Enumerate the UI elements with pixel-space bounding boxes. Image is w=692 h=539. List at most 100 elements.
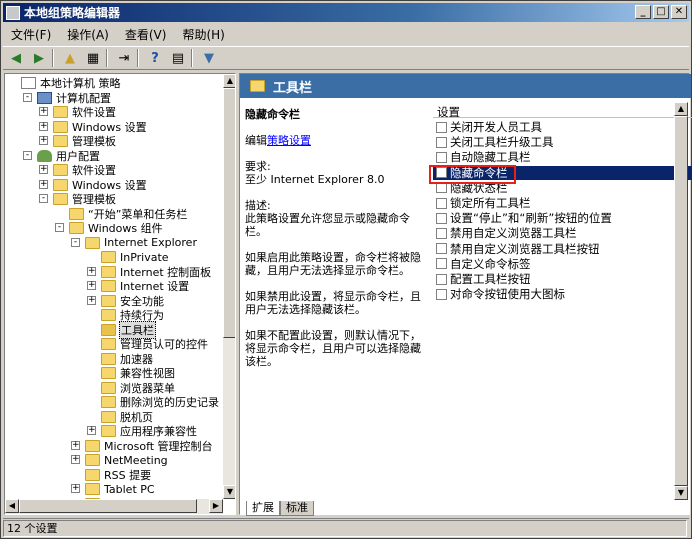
column-header-settings[interactable]: 设置	[433, 104, 692, 119]
tree-node[interactable]: 工具栏	[101, 320, 156, 339]
up-folder-icon[interactable]: ▲	[60, 48, 80, 68]
tree-node-label: NetMeeting	[104, 453, 168, 467]
title-bar[interactable]: 本地组策略编辑器 _ □ ✕	[3, 3, 689, 22]
setting-label: 关闭工具栏升级工具	[450, 135, 554, 150]
folder-icon	[101, 425, 116, 437]
expand-icon[interactable]: +	[71, 455, 80, 464]
tree-node[interactable]: + Windows 设置	[39, 178, 148, 192]
expand-icon[interactable]: +	[87, 295, 96, 305]
expand-icon[interactable]: +	[39, 107, 48, 116]
tree-node[interactable]: 兼容性视图	[101, 366, 176, 380]
collapse-icon[interactable]: -	[55, 223, 64, 232]
tree-node[interactable]: - 用户配置	[23, 149, 101, 163]
tree-node[interactable]: 加速器	[101, 352, 154, 366]
tab-standard[interactable]: 标准	[280, 501, 314, 516]
tree-node[interactable]: + 管理模板	[39, 134, 117, 148]
tree-node[interactable]: + 安全功能	[87, 294, 165, 308]
help-icon[interactable]: ?	[145, 48, 165, 68]
back-icon[interactable]: ◀	[6, 48, 26, 68]
tree-node[interactable]: + Windows 设置	[39, 120, 148, 134]
show-hide-tree-icon[interactable]: ▦	[83, 48, 103, 68]
details-header-title: 工具栏	[273, 80, 313, 96]
expand-icon[interactable]: +	[71, 440, 80, 450]
setting-label: 禁用自定义浏览器工具栏	[450, 226, 577, 241]
tree-node[interactable]: 脱机页	[101, 410, 154, 424]
tree-node[interactable]: 浏览器菜单	[101, 381, 176, 395]
tree-node[interactable]: + 应用程序兼容性	[87, 424, 198, 438]
expand-icon[interactable]: +	[87, 281, 96, 290]
tree-node[interactable]: - Internet Explorer	[71, 236, 198, 250]
tree-node[interactable]: + NetMeeting	[71, 453, 169, 467]
menu-help[interactable]: 帮助(H)	[174, 26, 232, 43]
tree-node[interactable]: + Internet 控制面板	[87, 265, 212, 279]
edit-policy-link[interactable]: 策略设置	[267, 134, 311, 147]
tree-node[interactable]: - 管理模板	[39, 192, 117, 206]
forward-icon[interactable]: ▶	[29, 48, 49, 68]
tree-node[interactable]: 删除浏览的历史记录	[101, 395, 220, 409]
scroll-down-icon[interactable]: ▼	[674, 486, 688, 500]
export-list-icon[interactable]: ⇥	[114, 48, 134, 68]
list-item[interactable]: 禁用自定义浏览器工具栏	[433, 226, 692, 240]
tree-node[interactable]: 管理员认可的控件	[101, 337, 209, 351]
filter-icon[interactable]: ▼	[199, 48, 219, 68]
menu-view[interactable]: 查看(V)	[117, 26, 175, 43]
tree-node[interactable]: + 软件设置	[39, 163, 117, 177]
menu-action[interactable]: 操作(A)	[59, 26, 117, 43]
close-button[interactable]: ✕	[671, 5, 687, 19]
expand-icon[interactable]: +	[71, 484, 80, 493]
tree-node[interactable]: “开始”菜单和任务栏	[69, 207, 188, 221]
scroll-thumb[interactable]	[674, 116, 688, 486]
tree-node-label: Internet Explorer	[104, 236, 197, 249]
tree-node[interactable]: + Internet 设置	[87, 279, 190, 293]
expand-icon[interactable]: +	[87, 426, 96, 435]
edit-policy-line: 编辑策略设置	[245, 134, 311, 147]
minimize-button[interactable]: _	[635, 5, 651, 19]
tree-node[interactable]: + 软件设置	[39, 105, 117, 119]
scroll-right-icon[interactable]: ▶	[209, 499, 223, 513]
list-item[interactable]: 自动隐藏工具栏	[433, 150, 692, 164]
list-item[interactable]: 关闭开发人员工具	[433, 120, 692, 134]
highlight-box	[429, 165, 516, 184]
tree-node[interactable]: + Microsoft 管理控制台	[71, 439, 214, 453]
expand-icon[interactable]: +	[39, 179, 48, 189]
details-vertical-scrollbar[interactable]: ▲ ▼	[674, 102, 688, 500]
expand-icon[interactable]: +	[39, 165, 48, 174]
scroll-down-icon[interactable]: ▼	[223, 485, 235, 499]
list-item[interactable]: 设置“停止”和“刷新”按钮的位置	[433, 211, 692, 225]
setting-icon	[436, 197, 447, 209]
collapse-icon[interactable]: -	[23, 150, 32, 160]
tree-pane: 本地计算机 策略 - 计算机配置 + 软件设置 + Windows 设置 + 管理模板 - 用户配置…	[4, 73, 236, 515]
list-item[interactable]: 锁定所有工具栏	[433, 196, 692, 210]
tree-node[interactable]: + Tablet PC	[71, 482, 156, 496]
list-item[interactable]: 配置工具栏按钮	[433, 272, 692, 286]
tree-node[interactable]: RSS 提要	[85, 468, 152, 482]
tree-node[interactable]: - Windows 组件	[55, 221, 164, 235]
expand-icon[interactable]: +	[87, 266, 96, 276]
enabled-text: 如果启用此策略设置，命令栏将被隐藏，且用户无法选择显示命令栏。	[245, 251, 421, 277]
tree-node[interactable]: InPrivate	[101, 250, 170, 264]
tab-extended[interactable]: 扩展	[246, 501, 280, 516]
collapse-icon[interactable]: -	[23, 92, 32, 102]
tree-vertical-scrollbar[interactable]: ▲ ▼	[223, 74, 235, 499]
scroll-thumb[interactable]	[223, 88, 235, 338]
list-item[interactable]: 禁用自定义浏览器工具栏按钮	[433, 242, 692, 256]
tree-horizontal-scrollbar[interactable]: ◀ ▶	[5, 499, 223, 514]
list-item[interactable]: 自定义命令标签	[433, 257, 692, 271]
description: 描述: 此策略设置允许您显示或隐藏命令栏。	[245, 199, 410, 238]
menu-file[interactable]: 文件(F)	[3, 26, 59, 43]
hscroll-thumb[interactable]	[19, 499, 197, 513]
collapse-icon[interactable]: -	[71, 237, 80, 247]
collapse-icon[interactable]: -	[39, 194, 48, 203]
tree-node-label: Windows 组件	[88, 222, 163, 235]
maximize-button[interactable]: □	[653, 5, 669, 19]
tree-node[interactable]: 本地计算机 策略	[21, 76, 122, 90]
scroll-up-icon[interactable]: ▲	[674, 102, 688, 116]
expand-icon[interactable]: +	[39, 136, 48, 145]
expand-icon[interactable]: +	[39, 121, 48, 131]
tree-node[interactable]: - 计算机配置	[23, 91, 112, 105]
scroll-left-icon[interactable]: ◀	[5, 499, 19, 513]
scroll-up-icon[interactable]: ▲	[223, 74, 235, 88]
list-item[interactable]: 对命令按钮使用大图标	[433, 287, 692, 301]
properties-icon[interactable]: ▤	[168, 48, 188, 68]
list-item[interactable]: 关闭工具栏升级工具	[433, 135, 692, 149]
